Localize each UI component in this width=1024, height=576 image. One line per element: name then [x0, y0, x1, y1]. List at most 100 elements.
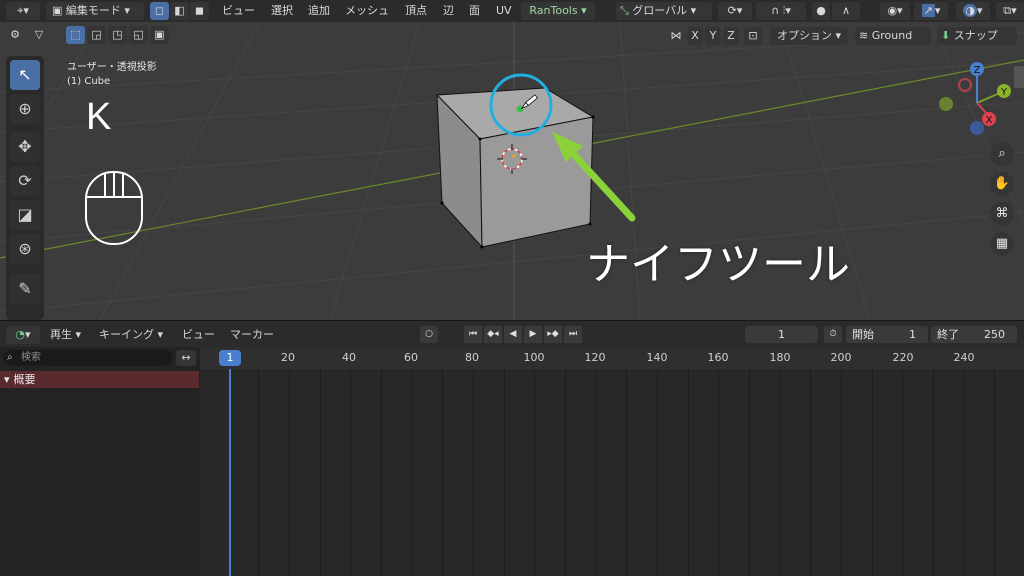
editor-header: ⌖▾ ▣ 編集モード ▾ ◻ ◧ ◼ ビュー 選択 追加 メッシュ 頂点 辺 面…: [0, 0, 1024, 23]
next-keyframe-button[interactable]: ▸◆: [544, 326, 562, 343]
mouse-illustration: [85, 171, 143, 245]
ruler-tick: 40: [342, 351, 356, 364]
select-box-tool[interactable]: ↖: [10, 60, 40, 90]
chevron-down-icon: ▾: [831, 29, 842, 42]
gear-icon: ⚙: [10, 28, 20, 41]
playhead-marker[interactable]: 1: [219, 350, 241, 366]
playhead-line: [229, 369, 231, 576]
pivot-icon: ⟳▾: [727, 4, 743, 17]
summary-label: 概要: [13, 373, 36, 386]
menu-mesh[interactable]: メッシュ: [345, 0, 389, 22]
mirror-x-button[interactable]: X: [687, 27, 703, 45]
snap-toggle[interactable]: ∩ ⫶▾: [756, 2, 806, 20]
proportional-edit-button[interactable]: ●: [812, 2, 830, 20]
select-new-button[interactable]: ⬚: [66, 26, 85, 44]
overlays-dropdown[interactable]: ◑ ▾: [956, 2, 990, 20]
cursor-tool[interactable]: ⊕: [10, 94, 40, 124]
sidebar-toggle[interactable]: [1014, 66, 1024, 88]
face-select-button[interactable]: ◼: [190, 2, 209, 20]
knife-tool-callout-label: ナイフツール: [586, 239, 850, 290]
navigation-gizmo[interactable]: Z Y X: [934, 58, 1024, 138]
keying-menu[interactable]: キーイング ▾: [99, 321, 163, 348]
record-button[interactable]: ○: [420, 326, 438, 343]
3d-viewport[interactable]: ユーザー・透視投影 (1) Cube K ナイフツール ⚙ ▽ ⬚ ◲ ◳ ◱ …: [0, 22, 1024, 320]
menu-face[interactable]: 面: [469, 0, 480, 22]
orientation-dropdown[interactable]: ⤡ グローバル ▾: [616, 2, 712, 20]
chevron-down-icon: ▾: [120, 4, 130, 17]
move-tool[interactable]: ✥: [10, 132, 40, 162]
mirror-z-button[interactable]: Z: [723, 27, 739, 45]
start-value: 1: [909, 328, 916, 341]
timeline-view-menu[interactable]: ビュー: [182, 321, 215, 348]
summary-row[interactable]: ▾ 概要: [0, 371, 199, 388]
swap-filter-button[interactable]: ↔: [176, 350, 196, 366]
zoom-button[interactable]: ⌕: [990, 142, 1014, 166]
rotate-tool[interactable]: ⟳: [10, 166, 40, 196]
rantools-label: RanTools: [529, 4, 578, 17]
auto-merge-button[interactable]: ⊡: [744, 27, 762, 45]
use-preview-range-button[interactable]: ⏱: [824, 326, 842, 343]
prev-keyframe-button[interactable]: ◆◂: [484, 326, 502, 343]
select-subtract-button[interactable]: ◳: [108, 26, 127, 44]
playback-menu[interactable]: 再生 ▾: [50, 321, 81, 348]
start-label: 開始: [852, 328, 874, 341]
scale-tool[interactable]: ◪: [10, 200, 40, 230]
marker-menu[interactable]: マーカー: [230, 321, 274, 348]
select-intersect-button[interactable]: ▣: [150, 26, 169, 44]
tool-shelf: ↖ ⊕ ✥ ⟳ ◪ ⊛ ✎: [6, 56, 44, 320]
channel-search-input[interactable]: ⌕ 検索: [3, 350, 173, 366]
menu-edge[interactable]: 辺: [443, 0, 454, 22]
perspective-toggle-button[interactable]: ▦: [990, 232, 1014, 256]
edge-select-button[interactable]: ◧: [170, 2, 189, 20]
mirror-button[interactable]: ⋈: [667, 27, 685, 45]
xray-dropdown[interactable]: ⧉▾: [996, 2, 1024, 20]
mirror-y-button[interactable]: Y: [705, 27, 721, 45]
ruler-tick: 20: [281, 351, 295, 364]
visibility-dropdown[interactable]: ◉▾: [880, 2, 910, 20]
timeline-area[interactable]: 20 40 60 80 100 120 140 160 180 200 220 …: [200, 347, 1024, 576]
vertex-select-button[interactable]: ◻: [150, 2, 169, 20]
butterfly-icon: ⋈: [670, 29, 682, 42]
mode-dropdown[interactable]: ▣ 編集モード ▾: [46, 2, 144, 20]
timeline-editor-type-button[interactable]: ◔▾: [6, 326, 40, 344]
menu-vertex[interactable]: 頂点: [405, 0, 427, 22]
menu-uv[interactable]: UV: [496, 0, 512, 22]
frame-ruler[interactable]: 20 40 60 80 100 120 140 160 180 200 220 …: [200, 347, 1024, 369]
playback-label: 再生: [50, 328, 72, 341]
editor-type-button[interactable]: ⌖▾: [6, 2, 40, 20]
jump-end-icon: ⏭: [568, 329, 578, 339]
falloff-dropdown[interactable]: ∧: [832, 2, 860, 20]
vertex-select-icon: ◻: [154, 4, 165, 17]
jump-start-button[interactable]: ⏮: [464, 326, 482, 343]
zoom-icon: ⌕: [998, 146, 1006, 161]
play-button[interactable]: ▶: [524, 326, 542, 343]
pivot-dropdown[interactable]: ⟳▾: [718, 2, 752, 20]
menu-add[interactable]: 追加: [308, 0, 330, 22]
transform-tool[interactable]: ⊛: [10, 234, 40, 264]
snap-button[interactable]: ⬇ スナップ: [937, 27, 1017, 45]
annotate-tool[interactable]: ✎: [10, 274, 40, 304]
knife-cut-point: [516, 105, 524, 113]
start-frame-field[interactable]: 開始 1: [846, 326, 928, 343]
settings-button[interactable]: ⚙: [6, 26, 24, 44]
filter-button[interactable]: ▽: [30, 26, 48, 44]
ruler-tick: 80: [465, 351, 479, 364]
end-frame-field[interactable]: 終了 250: [931, 326, 1017, 343]
menu-view[interactable]: ビュー: [222, 0, 255, 22]
cube-front-face: [479, 116, 594, 248]
snap-target-dropdown[interactable]: ≋ Ground: [855, 27, 931, 45]
snap-target-label: Ground: [871, 29, 913, 42]
camera-view-button[interactable]: ⌘: [990, 202, 1014, 226]
select-extend-button[interactable]: ◲: [87, 26, 106, 44]
gizmo-dropdown[interactable]: ↗ ▾: [914, 2, 948, 20]
pan-button[interactable]: ✋: [990, 172, 1014, 196]
select-invert-button[interactable]: ◱: [129, 26, 148, 44]
current-frame-field[interactable]: 1: [745, 326, 818, 343]
rantools-menu[interactable]: RanTools ▾: [521, 2, 595, 20]
jump-end-button[interactable]: ⏭: [564, 326, 582, 343]
snap-icon: ⬇: [941, 29, 954, 42]
play-reverse-button[interactable]: ◀: [504, 326, 522, 343]
menu-select[interactable]: 選択: [271, 0, 293, 22]
overlays-icon: ◑: [963, 4, 978, 17]
options-dropdown[interactable]: オプション ▾: [770, 27, 848, 45]
